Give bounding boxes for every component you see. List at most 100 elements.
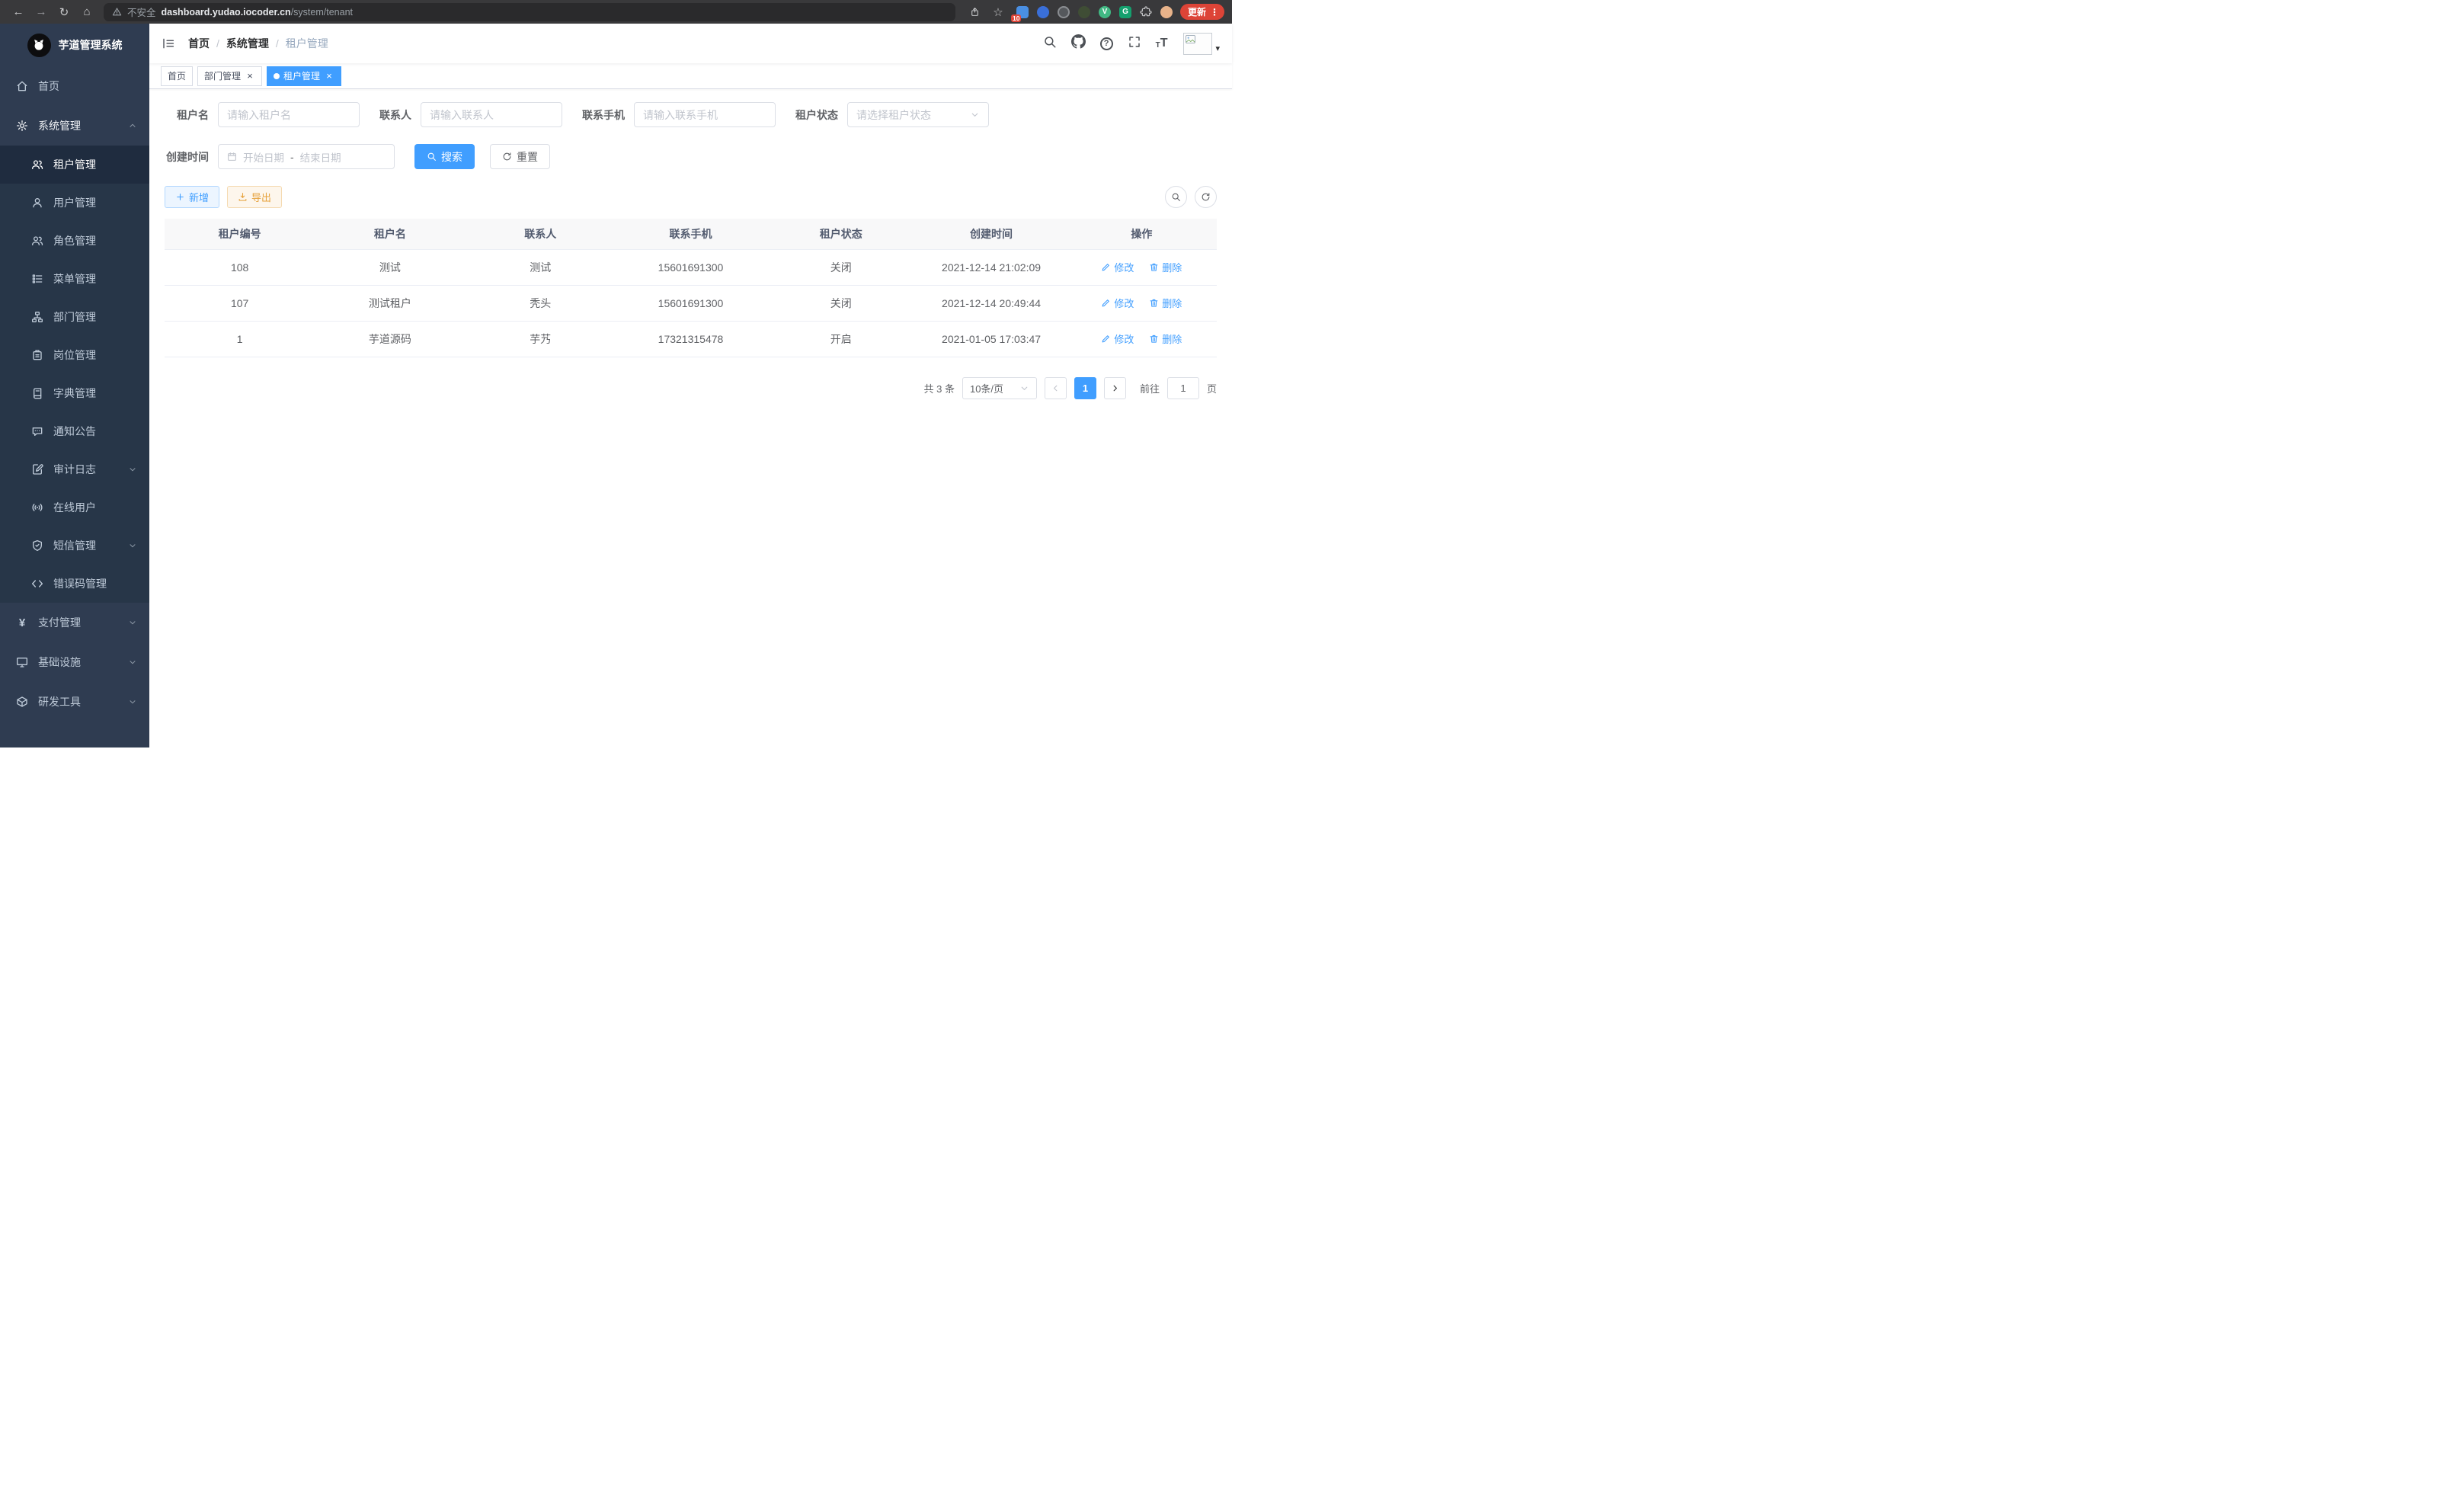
sidebar-item-home[interactable]: 首页 [0, 66, 149, 106]
delete-button[interactable]: 删除 [1149, 296, 1182, 310]
delete-button[interactable]: 删除 [1149, 331, 1182, 346]
tag-tenant[interactable]: 租户管理 × [267, 66, 341, 86]
sidebar-item-notice[interactable]: 通知公告 [0, 412, 149, 450]
contact-input[interactable] [421, 102, 562, 127]
close-icon[interactable]: × [245, 71, 255, 82]
extension-icon[interactable] [1058, 6, 1070, 18]
fullscreen-button[interactable] [1128, 35, 1141, 53]
sidebar-item-menu[interactable]: 菜单管理 [0, 260, 149, 298]
share-button[interactable] [965, 2, 986, 21]
user-avatar-menu[interactable]: ▾ [1183, 33, 1220, 55]
sidebar-item-sms[interactable]: 短信管理 [0, 527, 149, 565]
edit-icon [1101, 334, 1111, 344]
hamburger-icon [162, 37, 175, 50]
browser-home-button[interactable]: ⌂ [76, 2, 98, 21]
github-button[interactable] [1071, 34, 1086, 53]
sidebar: 芋道管理系统 首页 系统管理 租户管理 [0, 24, 149, 748]
sidebar-item-audit-log[interactable]: 审计日志 [0, 450, 149, 488]
cell-mobile: 15601691300 [616, 285, 766, 321]
chevron-down-icon [970, 110, 980, 120]
sidebar-item-tenant[interactable]: 租户管理 [0, 146, 149, 184]
page-size-select[interactable]: 10条/页 [962, 377, 1037, 399]
breadcrumb-system[interactable]: 系统管理 [226, 36, 269, 51]
edit-document-icon [31, 463, 43, 475]
help-button[interactable]: ? [1100, 37, 1113, 50]
cell-mobile: 17321315478 [616, 321, 766, 357]
browser-reload-button[interactable]: ↻ [53, 2, 75, 21]
profile-avatar[interactable] [1160, 6, 1173, 18]
cell-mobile: 15601691300 [616, 249, 766, 285]
chevron-down-icon [128, 465, 137, 474]
refresh-table-button[interactable] [1195, 186, 1217, 208]
edit-button[interactable]: 修改 [1101, 331, 1134, 346]
edit-button[interactable]: 修改 [1101, 260, 1134, 274]
page-unit-label: 页 [1207, 381, 1217, 395]
edit-label: 修改 [1114, 331, 1134, 346]
create-time-label: 创建时间 [165, 149, 209, 165]
bookmark-button[interactable]: ☆ [987, 2, 1009, 21]
sidebar-item-payment[interactable]: ¥ 支付管理 [0, 603, 149, 642]
edit-label: 修改 [1114, 296, 1134, 310]
tag-home[interactable]: 首页 [161, 66, 193, 86]
vue-devtools-icon[interactable]: V [1099, 6, 1111, 18]
sidebar-item-role[interactable]: 角色管理 [0, 222, 149, 260]
font-size-button[interactable]: TT [1156, 37, 1168, 50]
logo-image [27, 34, 51, 57]
cell-tenant-id: 1 [165, 321, 315, 357]
sidebar-item-dept[interactable]: 部门管理 [0, 298, 149, 336]
extension-icon[interactable] [1037, 6, 1049, 18]
page-number-button[interactable]: 1 [1074, 377, 1096, 399]
edit-button[interactable]: 修改 [1101, 296, 1134, 310]
browser-back-button[interactable]: ← [8, 2, 29, 21]
create-time-range-picker[interactable]: 开始日期 - 结束日期 [218, 144, 395, 169]
browser-forward-button[interactable]: → [30, 2, 52, 21]
page-size-value: 10条/页 [970, 381, 1003, 395]
extension-icon[interactable]: G [1119, 6, 1131, 18]
sidebar-item-devtools[interactable]: 研发工具 [0, 682, 149, 722]
search-icon [1171, 192, 1181, 202]
chevron-down-icon [128, 697, 137, 706]
tag-label: 部门管理 [204, 69, 241, 82]
tenant-name-input[interactable] [218, 102, 360, 127]
tag-dept[interactable]: 部门管理 × [197, 66, 262, 86]
header-search-button[interactable] [1043, 35, 1057, 53]
reset-button[interactable]: 重置 [490, 144, 550, 169]
add-button[interactable]: 新增 [165, 186, 219, 208]
export-button[interactable]: 导出 [227, 186, 282, 208]
sidebar-item-user[interactable]: 用户管理 [0, 184, 149, 222]
browser-update-button[interactable]: 更新 ⋮ [1180, 4, 1224, 20]
address-bar[interactable]: 不安全 dashboard.yudao.iocoder.cn/system/te… [104, 3, 955, 21]
col-contact: 联系人 [466, 219, 616, 249]
cell-actions: 修改 删除 [1067, 249, 1217, 285]
extension-icon[interactable] [1078, 6, 1090, 18]
sidebar-toggle-button[interactable] [162, 37, 175, 50]
search-button[interactable]: 搜索 [414, 144, 475, 169]
sidebar-item-label: 用户管理 [53, 195, 137, 210]
app-logo[interactable]: 芋道管理系统 [0, 24, 149, 66]
extensions-puzzle-icon[interactable] [1140, 6, 1152, 18]
sidebar-item-system[interactable]: 系统管理 [0, 106, 149, 146]
mobile-input[interactable] [634, 102, 776, 127]
show-search-button[interactable] [1165, 186, 1187, 208]
code-icon [31, 578, 43, 590]
delete-button[interactable]: 删除 [1149, 260, 1182, 274]
sidebar-item-post[interactable]: 岗位管理 [0, 336, 149, 374]
close-icon[interactable]: × [324, 71, 334, 82]
status-select[interactable]: 请选择租户状态 [847, 102, 989, 127]
trash-icon [1149, 298, 1159, 308]
cell-contact: 测试 [466, 249, 616, 285]
sidebar-item-infrastructure[interactable]: 基础设施 [0, 642, 149, 682]
cell-created: 2021-01-05 17:03:47 [916, 321, 1066, 357]
sidebar-item-error-code[interactable]: 错误码管理 [0, 565, 149, 603]
tag-label: 首页 [168, 69, 186, 82]
next-page-button[interactable] [1104, 377, 1126, 399]
sidebar-item-online-users[interactable]: 在线用户 [0, 488, 149, 527]
sidebar-item-dict[interactable]: 字典管理 [0, 374, 149, 412]
prev-page-button[interactable] [1045, 377, 1067, 399]
date-end-placeholder: 结束日期 [300, 149, 341, 165]
goto-page-input[interactable] [1167, 377, 1199, 399]
browser-menu-icon[interactable]: ⋮ [1210, 7, 1219, 18]
breadcrumb-home[interactable]: 首页 [188, 36, 210, 51]
goto-label: 前往 [1140, 381, 1160, 395]
extension-icon[interactable]: 10 [1016, 6, 1029, 18]
